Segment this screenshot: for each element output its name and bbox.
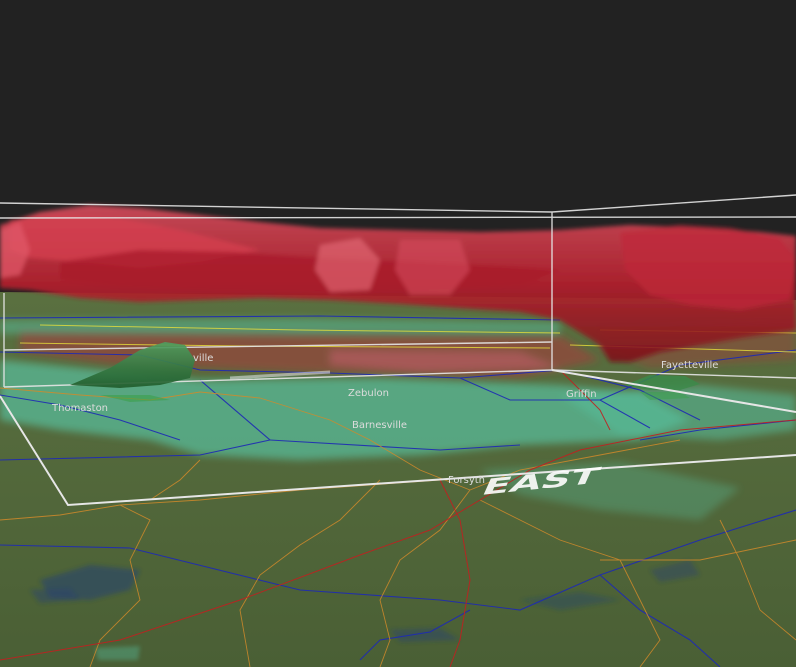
label-fayetteville: Fayetteville [661, 360, 718, 371]
label-forsyth: Forsyth [448, 475, 485, 486]
radar-viewport: ville Thomaston Zebulon Barnesville Grif… [0, 0, 796, 667]
label-thomaston: Thomaston [51, 403, 108, 414]
label-partial-ville: ville [193, 353, 213, 364]
label-zebulon: Zebulon [348, 388, 389, 399]
label-barnesville: Barnesville [352, 420, 407, 431]
radar-3d-scene: ville Thomaston Zebulon Barnesville Grif… [0, 0, 796, 667]
label-griffin: Griffin [566, 389, 597, 400]
